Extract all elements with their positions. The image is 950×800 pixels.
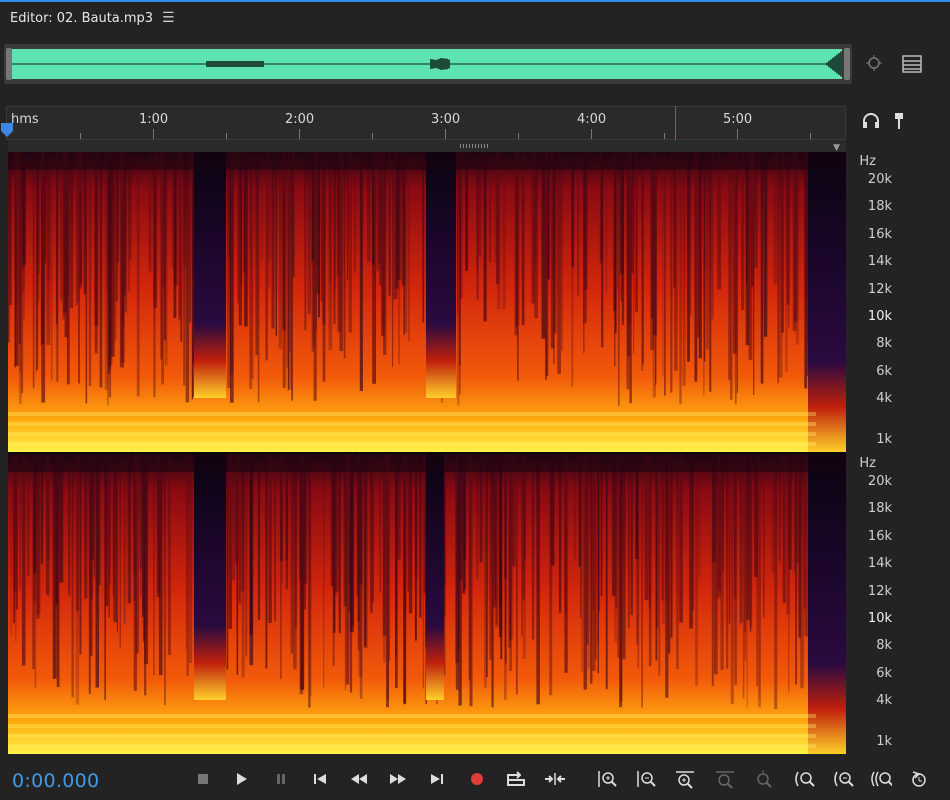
ruler-tick <box>153 129 154 139</box>
frequency-scale-right: Hz 20k 18k 16k 14k 12k 10k 8k 6k 4k 1k <box>846 454 946 754</box>
ruler-tick <box>737 129 738 139</box>
record-icon[interactable] <box>466 768 488 790</box>
hz-tick-label: 8k <box>876 336 892 351</box>
zoom-to-selection-icon[interactable] <box>864 53 886 75</box>
zoom-in-right-icon[interactable] <box>832 768 854 790</box>
ruler-tick <box>810 133 811 139</box>
hz-unit-label: Hz <box>859 154 876 169</box>
ruler-tick <box>664 133 665 139</box>
hz-tick-label: 20k <box>868 474 892 489</box>
ruler-label: 2:00 <box>285 112 314 127</box>
spectrogram-left <box>8 152 846 452</box>
ruler-label: 5:00 <box>723 112 752 127</box>
ruler-tick <box>299 129 300 139</box>
hz-tick-label: 6k <box>876 364 892 379</box>
hz-tick-label: 16k <box>868 529 892 544</box>
fast-forward-icon[interactable] <box>387 768 409 790</box>
hz-tick-label: 8k <box>876 638 892 653</box>
rewind-icon[interactable] <box>348 768 370 790</box>
hz-tick-label: 20k <box>868 172 892 187</box>
frequency-scale-left: Hz 20k 18k 16k 14k 12k 10k 8k 6k 4k 1k <box>846 152 946 452</box>
hz-tick-label: 4k <box>876 693 892 708</box>
hz-tick-label: 1k <box>876 734 892 749</box>
ruler-tick <box>445 129 446 139</box>
hamburger-menu-icon[interactable]: ☰ <box>162 10 175 26</box>
hz-tick-label: 12k <box>868 282 892 297</box>
list-view-icon[interactable] <box>901 53 923 75</box>
play-icon[interactable] <box>230 768 252 790</box>
spectral-channel-right[interactable] <box>8 454 846 754</box>
playhead-handle[interactable] <box>0 122 14 138</box>
overview-waveform-graphic <box>4 44 852 84</box>
transport-bar: 0:00.000 <box>0 756 950 800</box>
spectral-channel-left[interactable] <box>8 152 846 452</box>
editor-title: Editor: 02. Bauta.mp3 <box>10 11 153 26</box>
zoom-to-selection-icon[interactable] <box>753 768 775 790</box>
zoom-in-time-icon[interactable] <box>674 768 696 790</box>
resize-grip-icon[interactable] <box>460 144 488 148</box>
ruler-tick <box>518 133 519 139</box>
ruler-tick <box>226 133 227 139</box>
hz-tick-label: 10k <box>868 309 892 324</box>
zoom-reset-icon[interactable] <box>909 768 931 790</box>
spectrogram-right <box>8 454 846 754</box>
stop-icon[interactable] <box>192 768 214 790</box>
marker-pin-icon[interactable] <box>888 110 910 132</box>
view-marker-line <box>675 106 676 140</box>
hz-tick-label: 14k <box>868 556 892 571</box>
hz-tick-label: 10k <box>868 611 892 626</box>
time-ruler[interactable]: hms 1:00 2:00 3:00 4:00 5:00 <box>6 106 846 140</box>
hz-tick-label: 16k <box>868 227 892 242</box>
go-to-start-icon[interactable] <box>309 768 331 790</box>
overview-waveform[interactable] <box>4 44 852 84</box>
overview-left-handle[interactable] <box>6 48 12 80</box>
hz-unit-label: Hz <box>859 456 876 471</box>
zoom-out-full-icon[interactable] <box>714 768 736 790</box>
ruler-unit-label: hms <box>11 112 39 127</box>
ruler-tick <box>591 129 592 139</box>
skip-selection-icon[interactable] <box>544 768 566 790</box>
ruler-tick <box>372 133 373 139</box>
zoom-in-amplitude-icon[interactable] <box>596 768 618 790</box>
ruler-label: 1:00 <box>139 112 168 127</box>
hz-tick-label: 6k <box>876 666 892 681</box>
go-to-end-icon[interactable] <box>426 768 448 790</box>
loop-playback-icon[interactable] <box>505 768 527 790</box>
hz-tick-label: 4k <box>876 391 892 406</box>
zoom-out-amplitude-icon[interactable] <box>635 768 657 790</box>
spectral-frequency-display[interactable]: ▼ <box>8 140 846 754</box>
hz-tick-label: 14k <box>868 254 892 269</box>
ruler-label: 4:00 <box>577 112 606 127</box>
pause-icon[interactable] <box>270 768 292 790</box>
editor-title-bar: Editor: 02. Bauta.mp3 ☰ <box>0 2 950 36</box>
ruler-tick <box>80 133 81 139</box>
hz-tick-label: 1k <box>876 432 892 447</box>
headphones-icon[interactable] <box>860 110 882 132</box>
overview-right-handle[interactable] <box>844 48 850 80</box>
hz-tick-label: 12k <box>868 584 892 599</box>
zoom-in-left-icon[interactable] <box>793 768 815 790</box>
current-time-display[interactable]: 0:00.000 <box>12 770 99 792</box>
hz-tick-label: 18k <box>868 501 892 516</box>
ruler-label: 3:00 <box>431 112 460 127</box>
track-resize-bar[interactable]: ▼ <box>8 140 846 152</box>
hz-tick-label: 18k <box>868 199 892 214</box>
zoom-out-selection-icon[interactable] <box>870 768 892 790</box>
